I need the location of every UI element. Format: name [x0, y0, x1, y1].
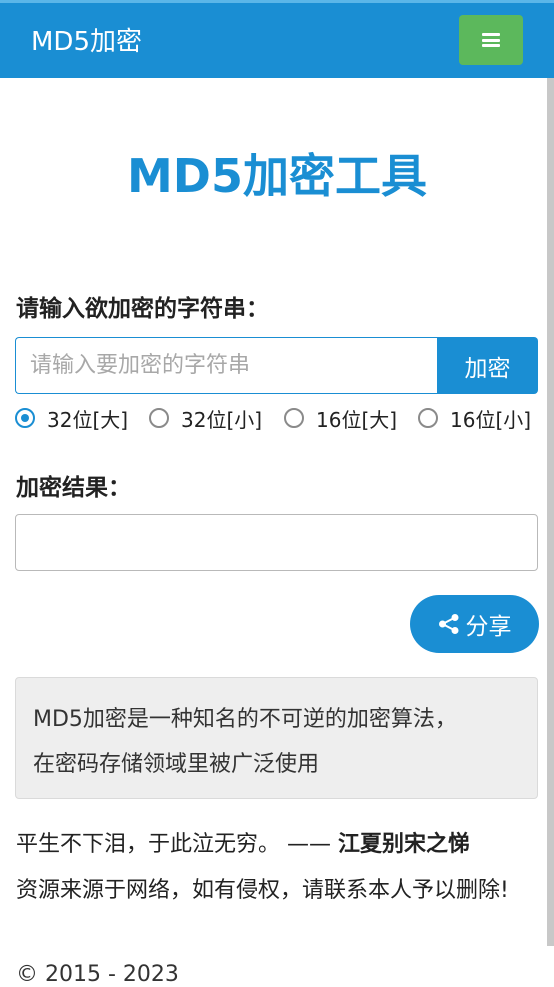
page-title: MD5加密工具 — [127, 149, 427, 203]
scrollbar[interactable] — [547, 78, 554, 946]
radio-selected-icon[interactable] — [15, 408, 35, 428]
footer-copyright: © 2015 - 2023 — [16, 962, 179, 987]
footer-disclaimer: 资源来源于网络，如有侵权，请联系本人予以删除! — [16, 878, 509, 903]
option-label: 16位[大] — [316, 407, 398, 432]
radio-icon[interactable] — [149, 408, 169, 428]
result-label: 加密结果： — [16, 475, 131, 501]
option-32-lower[interactable]: 32位[小] — [149, 404, 262, 432]
hamburger-icon — [482, 33, 500, 47]
share-icon — [438, 614, 458, 634]
info-line: 在密码存储领域里被广泛使用 — [33, 752, 320, 777]
option-label: 32位[大] — [47, 407, 129, 432]
option-32-upper[interactable]: 32位[大] — [15, 404, 128, 432]
radio-icon[interactable] — [418, 408, 438, 428]
menu-toggle-button[interactable] — [459, 15, 523, 65]
option-16-upper[interactable]: 16位[大] — [284, 404, 397, 432]
share-label: 分享 — [465, 614, 512, 640]
footer-quote: 平生不下泪，于此泣无穷。 —— 江夏别宋之悌 — [16, 826, 470, 858]
info-box: MD5加密是一种知名的不可逆的加密算法， 在密码存储领域里被广泛使用 — [15, 677, 538, 799]
brand-title[interactable]: MD5加密 — [31, 21, 142, 58]
input-group: 加密 — [15, 337, 538, 394]
top-navbar: MD5加密 — [0, 0, 554, 78]
input-label: 请输入欲加密的字符串： — [16, 296, 269, 322]
radio-icon[interactable] — [284, 408, 304, 428]
share-button[interactable]: 分享 — [410, 595, 539, 653]
option-label: 32位[小] — [181, 407, 263, 432]
encrypt-button[interactable]: 加密 — [437, 337, 538, 394]
info-line: MD5加密是一种知名的不可逆的加密算法， — [33, 707, 457, 732]
option-16-lower[interactable]: 16位[小] — [418, 404, 531, 432]
quote-text: 平生不下泪，于此泣无穷。 —— — [16, 832, 331, 857]
string-input[interactable] — [15, 337, 437, 394]
option-label: 16位[小] — [450, 407, 532, 432]
result-field[interactable] — [15, 514, 538, 571]
quote-source: 江夏别宋之悌 — [338, 832, 471, 857]
